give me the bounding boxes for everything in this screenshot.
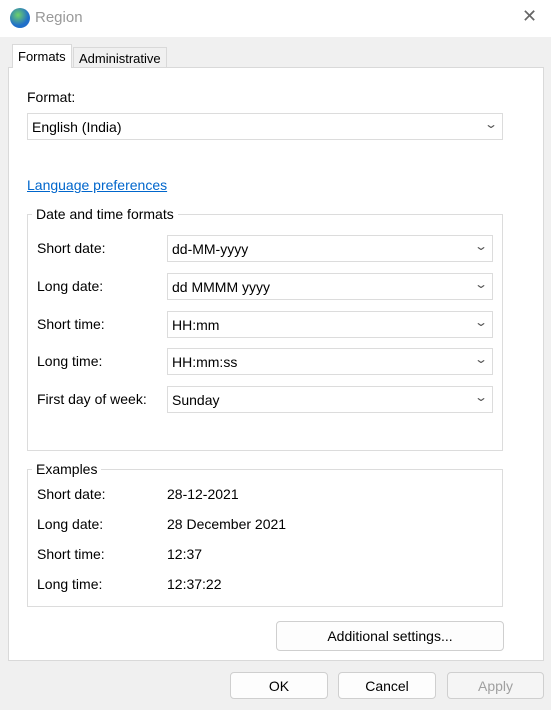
- format-dropdown[interactable]: English (India) ⌄: [27, 113, 503, 140]
- date-time-legend: Date and time formats: [32, 206, 178, 222]
- example-value: 28-12-2021: [167, 486, 239, 502]
- example-label: Long date:: [37, 516, 104, 532]
- chevron-down-icon: ⌄: [473, 277, 489, 291]
- examples-legend: Examples: [32, 461, 102, 477]
- example-value: 28 December 2021: [167, 516, 287, 532]
- cancel-button[interactable]: Cancel: [338, 672, 436, 699]
- date-time-row-label: First day of week:: [37, 391, 147, 407]
- dropdown-value: dd-MM-yyyy: [172, 241, 249, 257]
- date-time-row-dropdown[interactable]: HH:mm:ss ⌄: [167, 348, 493, 375]
- example-label: Short time:: [37, 546, 105, 562]
- date-time-row-dropdown[interactable]: Sunday ⌄: [167, 386, 493, 413]
- apply-button[interactable]: Apply: [447, 672, 544, 699]
- window-title: Region: [35, 9, 83, 26]
- chevron-down-icon: ⌄: [473, 239, 489, 253]
- date-time-row-dropdown[interactable]: dd MMMM yyyy ⌄: [167, 273, 493, 300]
- date-time-row-label: Short date:: [37, 240, 106, 256]
- dropdown-value: HH:mm: [172, 317, 220, 333]
- title-bar: [0, 0, 551, 37]
- tab-formats[interactable]: Formats: [12, 44, 72, 68]
- example-label: Long time:: [37, 576, 103, 592]
- dropdown-value: dd MMMM yyyy: [172, 279, 270, 295]
- dropdown-value: Sunday: [172, 392, 220, 408]
- chevron-down-icon: ⌄: [473, 352, 489, 366]
- language-preferences-link[interactable]: Language preferences: [27, 177, 167, 193]
- example-value: 12:37: [167, 546, 203, 562]
- close-icon[interactable]: ✕: [522, 6, 537, 27]
- ok-button[interactable]: OK: [230, 672, 328, 699]
- chevron-down-icon: ⌄: [473, 315, 489, 329]
- chevron-down-icon: ⌄: [483, 117, 499, 131]
- date-time-row-label: Long date:: [37, 278, 104, 294]
- additional-settings-button[interactable]: Additional settings...: [276, 621, 504, 651]
- date-time-row-label: Long time:: [37, 353, 103, 369]
- example-value: 12:37:22: [167, 576, 222, 592]
- date-time-row-dropdown[interactable]: HH:mm ⌄: [167, 311, 493, 338]
- format-value: English (India): [32, 119, 122, 135]
- date-time-row-dropdown[interactable]: dd-MM-yyyy ⌄: [167, 235, 493, 262]
- dropdown-value: HH:mm:ss: [172, 354, 238, 370]
- globe-clock-icon: [10, 8, 30, 28]
- chevron-down-icon: ⌄: [473, 390, 489, 404]
- example-label: Short date:: [37, 486, 106, 502]
- format-label: Format:: [27, 89, 76, 105]
- tab-administrative[interactable]: Administrative: [73, 47, 167, 67]
- date-time-row-label: Short time:: [37, 316, 105, 332]
